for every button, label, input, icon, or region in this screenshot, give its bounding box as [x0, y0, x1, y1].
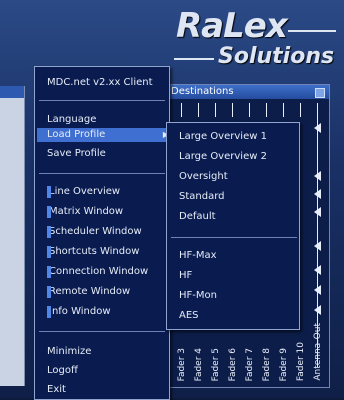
profile-large-overview-1[interactable]: Large Overview 1 — [179, 130, 267, 144]
routing-arrow-icon — [314, 241, 321, 251]
window-icon — [47, 246, 51, 258]
logo-line — [174, 58, 214, 60]
menu-item-label: Remote Window — [49, 286, 131, 297]
menu-item-label: Line Overview — [49, 186, 121, 197]
menu-item-label: Minimize — [47, 346, 92, 357]
menu-item-label: Exit — [47, 384, 66, 395]
menu-item-label: Connection Window — [49, 266, 149, 277]
fader-label: Fader 3 — [177, 347, 187, 381]
antenna-out-label: Antenna-Out — [313, 323, 323, 381]
menu-item-label: Load Profile — [47, 129, 106, 140]
fader-tick — [317, 103, 318, 117]
routing-arrow-icon — [314, 305, 321, 315]
left-panel — [0, 86, 25, 386]
fader-label: Fader 9 — [279, 347, 289, 381]
menu-item-label: Logoff — [47, 365, 78, 376]
menu-item-line-overview[interactable]: Line Overview — [47, 185, 120, 199]
menu-item-minimize[interactable]: Minimize — [47, 345, 91, 359]
profile-oversight[interactable]: Oversight — [179, 170, 228, 184]
submenu-separator — [171, 237, 297, 238]
menu-item-language[interactable]: Language — [47, 113, 96, 127]
profile-large-overview-2[interactable]: Large Overview 2 — [179, 150, 267, 164]
menu-item-matrix-window[interactable]: Matrix Window — [47, 205, 123, 219]
fader-label: Fader 10 — [296, 341, 306, 381]
menu-separator — [39, 173, 165, 174]
menu-item-save-profile[interactable]: Save Profile — [47, 147, 106, 161]
left-panel-titlebar — [0, 86, 24, 98]
menu-item-info-window[interactable]: Info Window — [47, 305, 111, 319]
routing-arrow-icon — [314, 265, 321, 275]
fader-tick — [266, 103, 267, 117]
menu-item-scheduler-window[interactable]: Scheduler Window — [47, 225, 142, 239]
destinations-menu-button[interactable] — [315, 88, 325, 98]
fader-label: Fader 6 — [228, 347, 238, 381]
fader-tick — [215, 103, 216, 117]
menu-item-label: Language — [47, 114, 97, 125]
routing-arrow-icon — [314, 189, 321, 199]
destinations-header: Destinations — [167, 85, 329, 99]
menu-separator — [39, 100, 165, 101]
routing-arrow-icon — [314, 123, 321, 133]
ralex-logo: RaLex Solutions — [170, 6, 340, 70]
main-menu: MDC.net v2.xx Client Language Load Profi… — [34, 66, 175, 400]
menu-item-remote-window[interactable]: Remote Window — [47, 285, 130, 299]
window-icon — [47, 306, 51, 318]
fader-label: Fader 7 — [245, 347, 255, 381]
fader-tick — [283, 103, 284, 117]
destinations-title: Destinations — [171, 86, 234, 97]
menu-separator — [39, 331, 165, 332]
menu-item-label: Shortcuts Window — [49, 246, 140, 257]
logo-text-ralex: RaLex — [176, 6, 288, 46]
window-icon — [47, 286, 51, 298]
profile-hf[interactable]: HF — [179, 269, 192, 283]
menu-item-label: Scheduler Window — [49, 226, 142, 237]
fader-tick — [232, 103, 233, 117]
menu-item-label: Save Profile — [47, 148, 106, 159]
fader-tick — [181, 103, 182, 117]
window-icon — [47, 266, 51, 278]
fader-ticks — [171, 103, 321, 117]
fader-label: Fader 4 — [194, 347, 204, 381]
menu-item-load-profile[interactable]: Load Profile ▶ — [37, 128, 175, 142]
menu-item-label: Matrix Window — [49, 206, 124, 217]
window-icon — [47, 186, 51, 198]
routing-arrow-icon — [314, 171, 321, 181]
fader-tick — [300, 103, 301, 117]
fader-tick — [249, 103, 250, 117]
profile-hf-mon[interactable]: HF-Mon — [179, 289, 217, 303]
window-icon — [47, 226, 51, 238]
menu-item-label: Info Window — [49, 306, 111, 317]
fader-label: Fader 8 — [262, 347, 272, 381]
profile-aes[interactable]: AES — [179, 309, 199, 323]
profile-hf-max[interactable]: HF-Max — [179, 249, 217, 263]
menu-header: MDC.net v2.xx Client — [47, 77, 153, 88]
routing-arrow-icon — [314, 207, 321, 217]
load-profile-submenu: Large Overview 1 Large Overview 2 Oversi… — [166, 122, 300, 330]
menu-item-exit[interactable]: Exit — [47, 383, 66, 397]
logo-text-solutions: Solutions — [218, 44, 335, 69]
fader-label: Fader 5 — [211, 347, 221, 381]
menu-item-logoff[interactable]: Logoff — [47, 364, 78, 378]
profile-default[interactable]: Default — [179, 210, 216, 224]
menu-item-connection-window[interactable]: Connection Window — [47, 265, 148, 279]
logo-line — [288, 30, 336, 32]
profile-standard[interactable]: Standard — [179, 190, 225, 204]
menu-item-shortcuts-window[interactable]: Shortcuts Window — [47, 245, 139, 259]
window-icon — [47, 206, 51, 218]
fader-tick — [198, 103, 199, 117]
routing-arrow-icon — [314, 285, 321, 295]
